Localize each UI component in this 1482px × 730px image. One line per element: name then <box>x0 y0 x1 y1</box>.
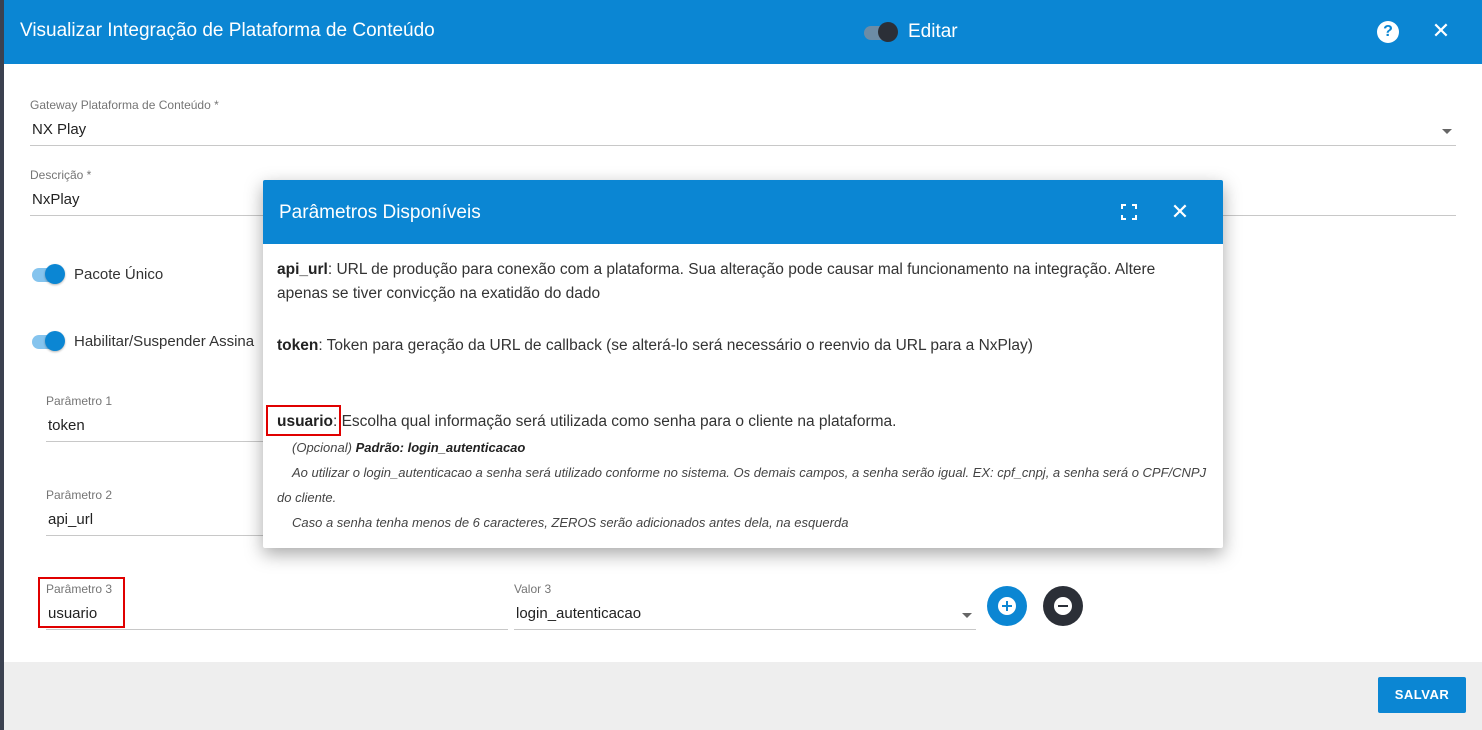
api-url-text: : URL de produção para conexão com a pla… <box>277 261 1156 302</box>
usuario-note-1: Ao utilizar o login_autenticacao a senha… <box>277 465 1207 505</box>
usuario-highlight <box>266 405 341 436</box>
valor-3-label: Valor 3 <box>514 582 552 596</box>
dialog-header: Visualizar Integração de Plataforma de C… <box>4 0 1482 64</box>
usuario-optional: (Opcional) <box>292 440 352 455</box>
close-icon[interactable]: ✕ <box>1430 18 1452 44</box>
edit-label: Editar <box>908 21 958 42</box>
pacote-unico-label: Pacote Único <box>74 265 164 283</box>
habilitar-label: Habilitar/Suspender Assina <box>74 332 255 350</box>
pacote-unico-row: Pacote Único <box>30 264 163 284</box>
parametros-popup: Parâmetros Disponíveis ✕ api_url: URL de… <box>263 180 1223 548</box>
pacote-unico-switch[interactable] <box>30 264 66 284</box>
edit-toggle[interactable]: Editar <box>862 21 958 43</box>
popup-title: Parâmetros Disponíveis <box>279 202 481 223</box>
gateway-value: NX Play <box>32 121 87 138</box>
usuario-description: usuario: Escolha qual informação será ut… <box>277 410 1207 434</box>
usuario-default: Padrão: login_autenticacao <box>355 440 526 455</box>
api-url-description: api_url: URL de produção para conexão co… <box>277 258 1207 306</box>
habilitar-row: Habilitar/Suspender Assina <box>30 331 254 351</box>
minus-icon <box>1054 597 1072 615</box>
fullscreen-icon[interactable] <box>1121 204 1137 220</box>
help-icon[interactable]: ? <box>1377 21 1399 43</box>
token-text: : Token para geração da URL de callback … <box>318 337 1033 354</box>
dialog-footer: SALVAR <box>4 662 1482 730</box>
plus-icon <box>998 597 1016 615</box>
habilitar-switch[interactable] <box>30 331 66 351</box>
remove-parameter-button[interactable] <box>1043 586 1083 626</box>
popup-close-icon[interactable]: ✕ <box>1169 199 1191 225</box>
chevron-down-icon[interactable] <box>962 613 972 618</box>
api-url-key: api_url <box>277 261 328 278</box>
valor-3-select[interactable]: Valor 3 login_autenticacao <box>514 582 976 630</box>
usuario-text: : Escolha qual informação será utilizada… <box>332 413 897 430</box>
chevron-down-icon[interactable] <box>1442 129 1452 134</box>
gateway-label: Gateway Plataforma de Conteúdo * <box>30 98 219 112</box>
add-parameter-button[interactable] <box>987 586 1027 626</box>
gateway-select[interactable]: Gateway Plataforma de Conteúdo * NX Play <box>30 98 1456 146</box>
token-key: token <box>277 337 319 354</box>
token-description: token: Token para geração da URL de call… <box>277 334 1207 358</box>
edit-switch[interactable] <box>862 22 898 42</box>
parametro-3-highlight <box>38 577 125 628</box>
dialog-title: Visualizar Integração de Plataforma de C… <box>20 20 435 41</box>
save-button[interactable]: SALVAR <box>1378 677 1466 713</box>
usuario-note-2: Caso a senha tenha menos de 6 caracteres… <box>292 515 849 530</box>
valor-3-value: login_autenticacao <box>516 605 642 622</box>
usuario-optional-line: (Opcional) Padrão: login_autenticacao <box>277 435 1207 460</box>
popup-header: Parâmetros Disponíveis ✕ <box>263 180 1223 244</box>
